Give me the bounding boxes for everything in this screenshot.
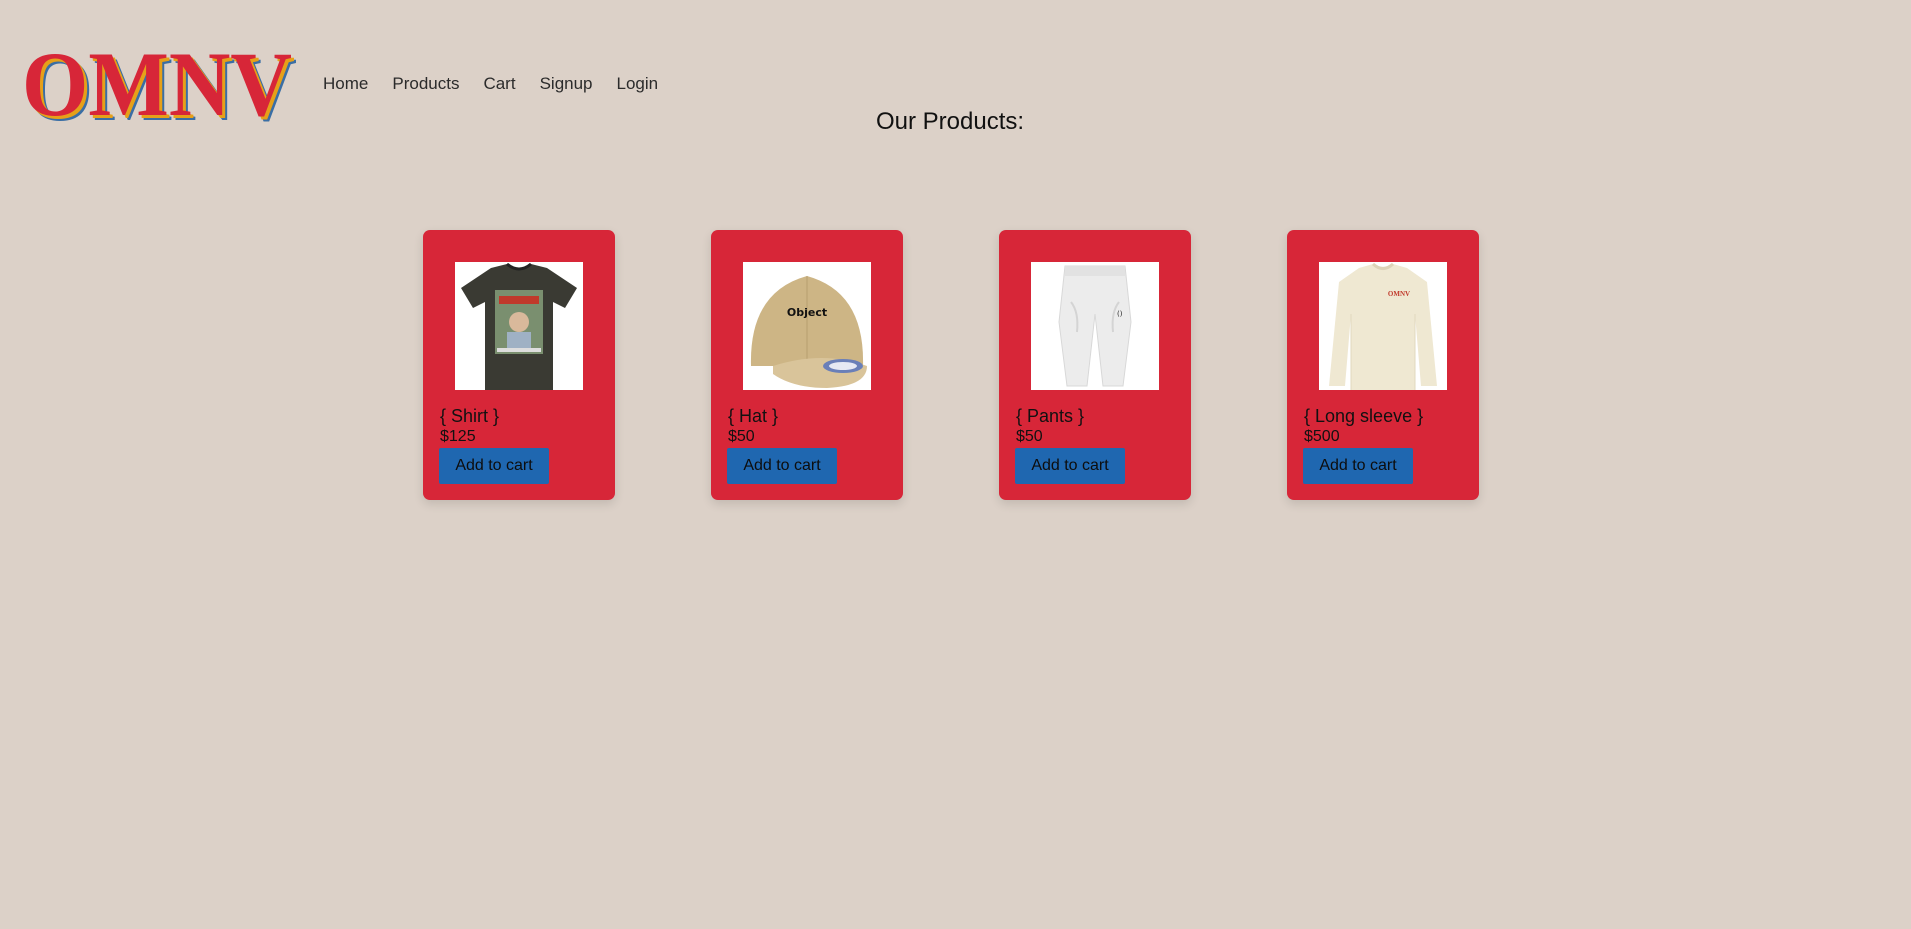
hat-image[interactable]: Object — [743, 262, 871, 390]
product-name: { Hat } — [728, 406, 779, 426]
product-card-long-sleeve: OMNV { Long sleeve } $500 Add to cart — [1287, 230, 1479, 500]
shirt-image[interactable] — [455, 262, 583, 390]
nav-signup-link[interactable]: Signup — [540, 74, 593, 94]
product-price: $50 — [728, 428, 755, 445]
product-card-shirt: { Shirt } $125 Add to cart — [423, 230, 615, 500]
product-name: { Long sleeve } — [1304, 406, 1424, 426]
product-grid: { Shirt } $125 Add to cart Object { Hat … — [423, 230, 1479, 500]
add-to-cart-button[interactable]: Add to cart — [439, 448, 549, 484]
main-nav: Home Products Cart Signup Login — [323, 74, 658, 94]
nav-home-link[interactable]: Home — [323, 74, 368, 94]
add-to-cart-button[interactable]: Add to cart — [1015, 448, 1125, 484]
nav-login-link[interactable]: Login — [617, 74, 659, 94]
product-price: $125 — [440, 428, 476, 445]
svg-text:Object: Object — [787, 306, 827, 319]
nav-cart-link[interactable]: Cart — [483, 74, 515, 94]
product-card-pants: () { Pants } $50 Add to cart — [999, 230, 1191, 500]
pants-image[interactable]: () — [1031, 262, 1159, 390]
product-price: $500 — [1304, 428, 1340, 445]
add-to-cart-button[interactable]: Add to cart — [1303, 448, 1413, 484]
product-card-hat: Object { Hat } $50 Add to cart — [711, 230, 903, 500]
page-title: Our Products: — [875, 108, 1025, 135]
svg-text:OMNV: OMNV — [1388, 290, 1410, 298]
nav-products-link[interactable]: Products — [392, 74, 459, 94]
add-to-cart-button[interactable]: Add to cart — [727, 448, 837, 484]
svg-text:(): () — [1117, 310, 1123, 318]
long-sleeve-image[interactable]: OMNV — [1319, 262, 1447, 390]
product-name: { Shirt } — [440, 406, 500, 426]
product-name: { Pants } — [1016, 406, 1085, 426]
product-price: $50 — [1016, 428, 1043, 445]
